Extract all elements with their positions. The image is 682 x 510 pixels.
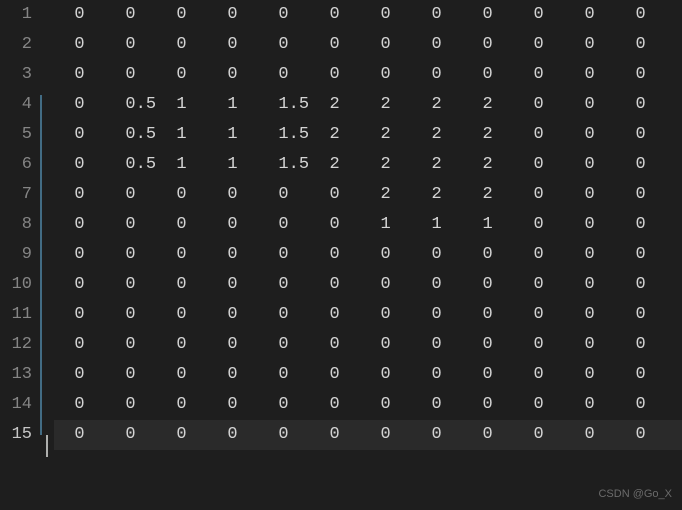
line-number: 8 <box>0 210 36 240</box>
code-line[interactable]: 0 0 0 0 0 0 0 0 0 0 0 0 <box>54 360 682 390</box>
indent-guide <box>40 95 42 435</box>
code-line[interactable]: 0 0 0 0 0 0 0 0 0 0 0 0 <box>54 330 682 360</box>
line-number: 5 <box>0 120 36 150</box>
code-line[interactable]: 0 0.5 1 1 1.5 2 2 2 2 0 0 0 <box>54 120 682 150</box>
line-number: 14 <box>0 390 36 420</box>
code-line[interactable]: 0 0 0 0 0 0 0 0 0 0 0 0 <box>54 60 682 90</box>
line-number: 13 <box>0 360 36 390</box>
text-cursor <box>46 435 48 457</box>
line-number-gutter: 123456789101112131415 <box>0 0 36 450</box>
line-number: 2 <box>0 30 36 60</box>
line-number: 9 <box>0 240 36 270</box>
line-number: 7 <box>0 180 36 210</box>
code-area[interactable]: 0 0 0 0 0 0 0 0 0 0 0 0 0 0 0 0 0 0 0 0 … <box>54 0 682 450</box>
code-line[interactable]: 0 0.5 1 1 1.5 2 2 2 2 0 0 0 <box>54 90 682 120</box>
line-number: 4 <box>0 90 36 120</box>
code-line[interactable]: 0 0 0 0 0 0 1 1 1 0 0 0 <box>54 210 682 240</box>
code-line[interactable]: 0 0 0 0 0 0 0 0 0 0 0 0 <box>54 300 682 330</box>
watermark-text: CSDN @Go_X <box>598 488 672 500</box>
line-number: 3 <box>0 60 36 90</box>
line-number: 10 <box>0 270 36 300</box>
line-number: 11 <box>0 300 36 330</box>
code-line[interactable]: 0 0 0 0 0 0 0 0 0 0 0 0 <box>54 0 682 30</box>
line-number: 12 <box>0 330 36 360</box>
code-line[interactable]: 0 0 0 0 0 0 2 2 2 0 0 0 <box>54 180 682 210</box>
code-line[interactable]: 0 0 0 0 0 0 0 0 0 0 0 0 <box>54 240 682 270</box>
code-line[interactable]: 0 0.5 1 1 1.5 2 2 2 2 0 0 0 <box>54 150 682 180</box>
code-line[interactable]: 0 0 0 0 0 0 0 0 0 0 0 0 <box>54 30 682 60</box>
code-line[interactable]: 0 0 0 0 0 0 0 0 0 0 0 0 <box>54 420 682 450</box>
code-line[interactable]: 0 0 0 0 0 0 0 0 0 0 0 0 <box>54 390 682 420</box>
code-line[interactable]: 0 0 0 0 0 0 0 0 0 0 0 0 <box>54 270 682 300</box>
line-number: 15 <box>0 420 36 450</box>
code-editor[interactable]: 123456789101112131415 0 0 0 0 0 0 0 0 0 … <box>0 0 682 510</box>
line-number: 1 <box>0 0 36 30</box>
line-number: 6 <box>0 150 36 180</box>
